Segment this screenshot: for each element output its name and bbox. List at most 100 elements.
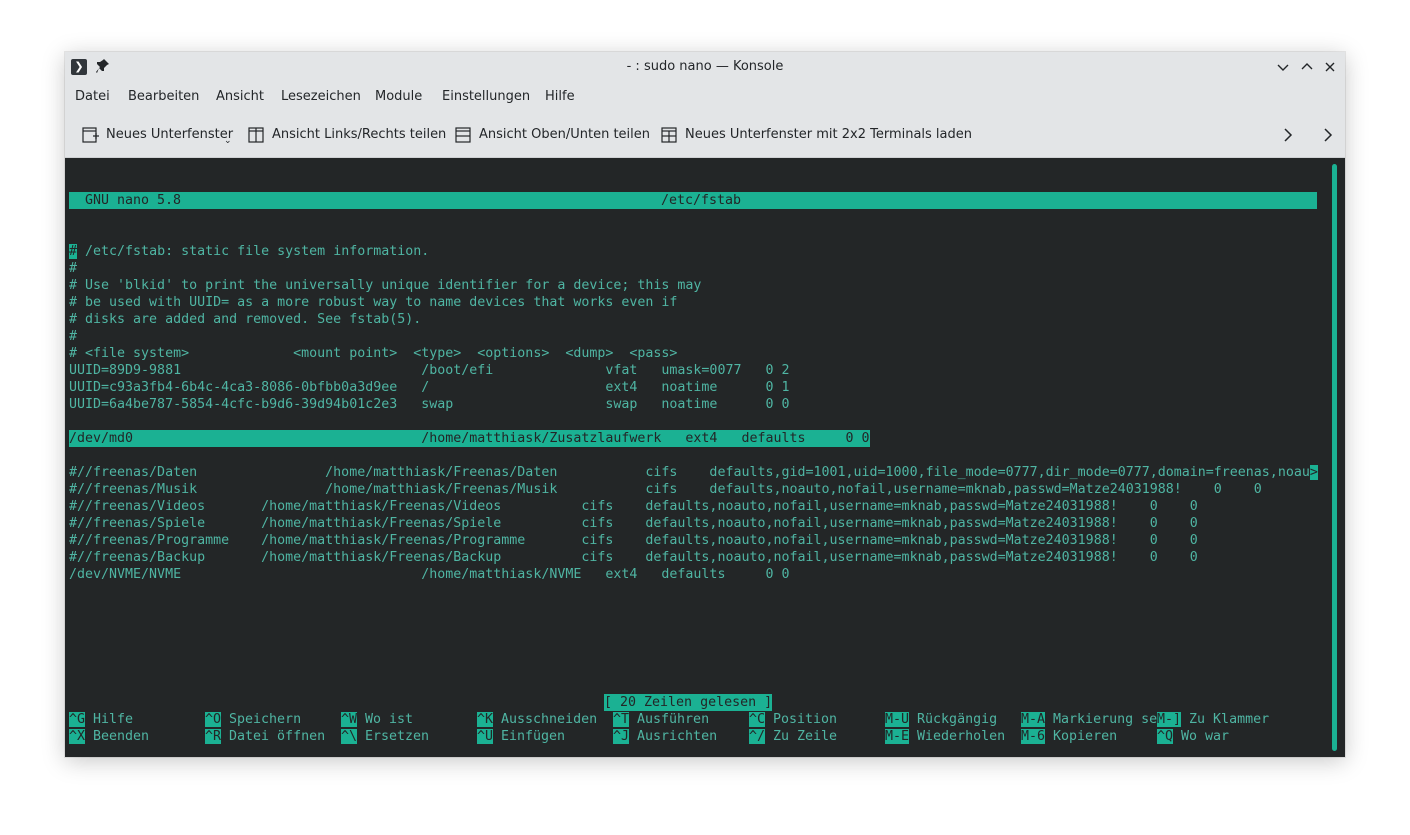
grid-layout-button[interactable]: Neues Unterfenster mit 2x2 Terminals lad… bbox=[661, 122, 972, 148]
shortcut-key: M-U bbox=[885, 712, 910, 727]
shortcut-label: Rückgängig bbox=[909, 712, 998, 727]
shortcut-row-2: ^X Beenden ^R Datei öffnen ^\ Ersetzen ^U E… bbox=[69, 728, 1317, 745]
buffer-line[interactable]: /dev/md0 /home/matthiask/Zusatzlaufwerk … bbox=[69, 430, 1329, 447]
shortcut-item[interactable]: ^O Speichern bbox=[205, 711, 301, 728]
shortcut-label: Beenden bbox=[85, 729, 150, 744]
toolbar-overflow-icon[interactable] bbox=[1319, 124, 1337, 146]
maximize-icon[interactable] bbox=[1298, 58, 1316, 76]
shortcut-item[interactable]: ^K Ausschneiden bbox=[477, 711, 597, 728]
buffer-line[interactable]: #//freenas/Musik /home/matthiask/Freenas… bbox=[69, 481, 1329, 498]
shortcut-item[interactable]: ^W Wo ist bbox=[341, 711, 413, 728]
menu-einstellungen[interactable]: Einstellungen bbox=[442, 82, 530, 112]
line-text: /etc/fstab: static file system informati… bbox=[77, 244, 430, 259]
shortcut-item[interactable]: ^J Ausrichten bbox=[613, 728, 717, 745]
line-text: #//freenas/Daten /home/matthiask/Freenas… bbox=[69, 465, 1310, 480]
shortcut-item[interactable]: ^\ Ersetzen bbox=[341, 728, 429, 745]
shortcut-key: M-A bbox=[1021, 712, 1046, 727]
buffer-line[interactable]: #//freenas/Daten /home/matthiask/Freenas… bbox=[69, 464, 1329, 481]
buffer-line[interactable]: # bbox=[69, 260, 1329, 277]
menu-bearbeiten[interactable]: Bearbeiten bbox=[128, 82, 199, 112]
shortcut-label: Datei öffnen bbox=[221, 729, 326, 744]
shortcut-key: ^W bbox=[341, 712, 358, 727]
menu-lesezeichen[interactable]: Lesezeichen bbox=[281, 82, 361, 112]
title-bar[interactable]: ❯ - : sudo nano — Konsole bbox=[65, 52, 1345, 82]
shortcut-item[interactable]: ^R Datei öffnen bbox=[205, 728, 325, 745]
shortcut-label: Ausschneiden bbox=[493, 712, 598, 727]
minimize-icon[interactable] bbox=[1274, 58, 1292, 76]
new-tab-label: Neues Unterfenster bbox=[106, 127, 234, 142]
buffer-line[interactable]: # <file system> <mount point> <type> <op… bbox=[69, 345, 1329, 362]
shortcut-label: Zu Zeile bbox=[765, 729, 838, 744]
shortcut-label: Kopieren bbox=[1045, 729, 1118, 744]
shortcut-key: ^Q bbox=[1157, 729, 1174, 744]
shortcut-key: ^C bbox=[749, 712, 766, 727]
nano-version: GNU nano 5.8 bbox=[85, 193, 182, 208]
shortcut-label: Position bbox=[765, 712, 838, 727]
shortcut-key: M-] bbox=[1157, 712, 1182, 727]
window-title: - : sudo nano — Konsole bbox=[626, 59, 784, 74]
shortcut-item[interactable]: ^C Position bbox=[749, 711, 837, 728]
buffer-line[interactable]: # Use 'blkid' to print the universally u… bbox=[69, 277, 1329, 294]
shortcut-item[interactable]: ^/ Zu Zeile bbox=[749, 728, 837, 745]
chevron-right-icon[interactable] bbox=[1279, 124, 1297, 146]
buffer-line[interactable]: # bbox=[69, 328, 1329, 345]
terminal-view[interactable]: GNU nano 5.8/etc/fstab # /etc/fstab: sta… bbox=[65, 158, 1345, 757]
shortcut-item[interactable]: ^X Beenden bbox=[69, 728, 149, 745]
line-overflow-indicator: > bbox=[1309, 465, 1318, 480]
konsole-window: ❯ - : sudo nano — Konsole Datei Bearbeit… bbox=[65, 52, 1345, 757]
shortcut-key: ^X bbox=[69, 729, 86, 744]
shortcut-item[interactable]: M-A Markierung se bbox=[1021, 711, 1157, 728]
toolbar: Neues Unterfenster ⌄ Ansicht Links/Recht… bbox=[65, 112, 1345, 158]
menu-hilfe[interactable]: Hilfe bbox=[545, 82, 575, 112]
split-left-right-label: Ansicht Links/Rechts teilen bbox=[272, 127, 447, 142]
menu-module[interactable]: Module bbox=[375, 82, 422, 112]
close-icon[interactable] bbox=[1321, 58, 1339, 76]
shortcut-key: ^U bbox=[477, 729, 494, 744]
split-left-right-button[interactable]: Ansicht Links/Rechts teilen bbox=[248, 122, 446, 148]
shortcut-item[interactable]: ^T Ausführen bbox=[613, 711, 709, 728]
shortcut-label: Ersetzen bbox=[357, 729, 430, 744]
shortcut-key: ^K bbox=[477, 712, 494, 727]
buffer-line[interactable]: UUID=c93a3fb4-6b4c-4ca3-8086-0bfbb0a3d9e… bbox=[69, 379, 1329, 396]
shortcut-item[interactable]: ^G Hilfe bbox=[69, 711, 133, 728]
shortcut-item[interactable]: M-] Zu Klammer bbox=[1157, 711, 1269, 728]
shortcut-item[interactable]: ^U Einfügen bbox=[477, 728, 565, 745]
buffer-line[interactable]: UUID=89D9-9881 /boot/efi vfat umask=0077… bbox=[69, 362, 1329, 379]
buffer-line[interactable]: UUID=6a4be787-5854-4cfc-b9d6-39d94b01c2e… bbox=[69, 396, 1329, 413]
shortcut-label: Wo war bbox=[1173, 729, 1230, 744]
buffer-line[interactable]: # /etc/fstab: static file system informa… bbox=[69, 243, 1329, 260]
shortcut-item[interactable]: M-6 Kopieren bbox=[1021, 728, 1117, 745]
shortcut-row-1: ^G Hilfe ^O Speichern ^W Wo ist ^K Ausschne… bbox=[69, 711, 1317, 728]
file-buffer[interactable]: # /etc/fstab: static file system informa… bbox=[69, 243, 1329, 583]
shortcut-key: ^T bbox=[613, 712, 630, 727]
split-top-bottom-button[interactable]: Ansicht Oben/Unten teilen bbox=[455, 122, 650, 148]
buffer-line[interactable] bbox=[69, 447, 1329, 464]
buffer-line[interactable]: #//freenas/Programme /home/matthiask/Fre… bbox=[69, 532, 1329, 549]
shortcut-key: ^J bbox=[613, 729, 630, 744]
buffer-line[interactable]: # disks are added and removed. See fstab… bbox=[69, 311, 1329, 328]
chevron-down-icon[interactable]: ⌄ bbox=[224, 128, 232, 154]
new-tab-icon bbox=[82, 127, 99, 143]
menu-datei[interactable]: Datei bbox=[75, 82, 110, 112]
menu-bar: Datei Bearbeiten Ansicht Lesezeichen Mod… bbox=[65, 82, 1345, 112]
shortcut-label: Hilfe bbox=[85, 712, 134, 727]
nano-editor[interactable]: GNU nano 5.8/etc/fstab # /etc/fstab: sta… bbox=[69, 158, 1329, 757]
shortcut-key: ^R bbox=[205, 729, 222, 744]
shortcut-key: ^G bbox=[69, 712, 86, 727]
shortcut-key: ^/ bbox=[749, 729, 766, 744]
shortcut-label: Speichern bbox=[221, 712, 302, 727]
new-tab-button[interactable]: Neues Unterfenster ⌄ bbox=[82, 122, 234, 148]
shortcut-label: Wo ist bbox=[357, 712, 414, 727]
scrollbar[interactable] bbox=[1332, 164, 1337, 751]
shortcut-item[interactable]: M-U Rückgängig bbox=[885, 711, 997, 728]
buffer-line[interactable]: /dev/NVME/NVME /home/matthiask/NVME ext4… bbox=[69, 566, 1329, 583]
buffer-line[interactable]: # be used with UUID= as a more robust wa… bbox=[69, 294, 1329, 311]
shortcut-item[interactable]: ^Q Wo war bbox=[1157, 728, 1229, 745]
menu-ansicht[interactable]: Ansicht bbox=[216, 82, 264, 112]
buffer-line[interactable]: #//freenas/Backup /home/matthiask/Freena… bbox=[69, 549, 1329, 566]
grid-layout-icon bbox=[661, 127, 677, 143]
buffer-line[interactable] bbox=[69, 413, 1329, 430]
buffer-line[interactable]: #//freenas/Videos /home/matthiask/Freena… bbox=[69, 498, 1329, 515]
buffer-line[interactable]: #//freenas/Spiele /home/matthiask/Freena… bbox=[69, 515, 1329, 532]
shortcut-item[interactable]: M-E Wiederholen bbox=[885, 728, 1005, 745]
